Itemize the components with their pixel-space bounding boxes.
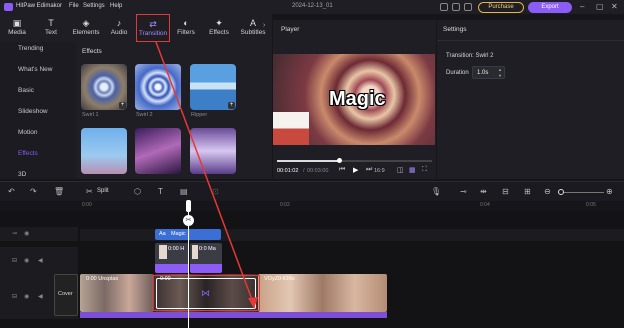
annotation-arrow [155,41,258,309]
